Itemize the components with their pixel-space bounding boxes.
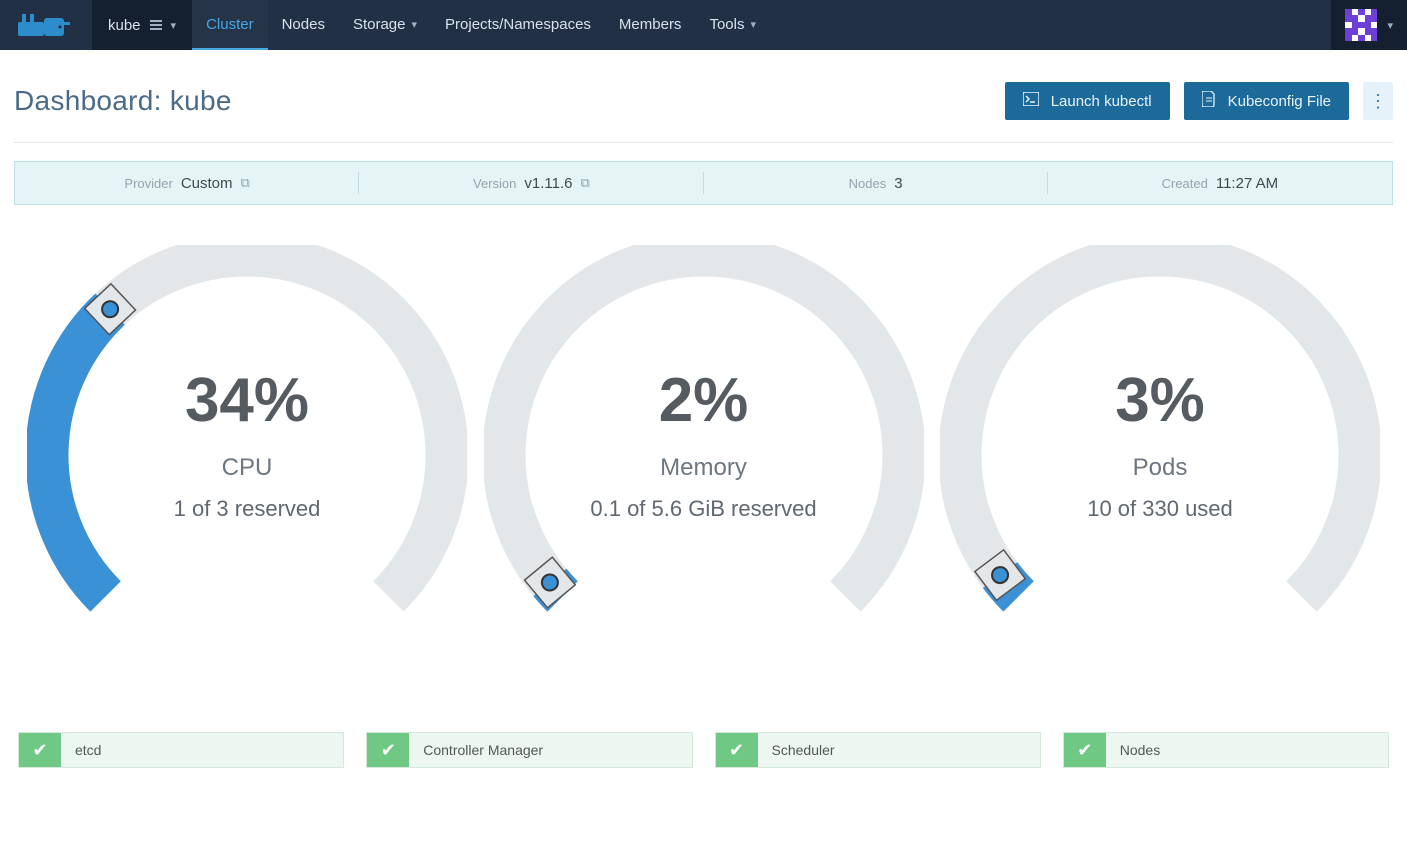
meta-nodes: Nodes 3 xyxy=(704,162,1048,204)
meta-label: Created xyxy=(1162,176,1208,191)
launch-kubectl-button[interactable]: Launch kubectl xyxy=(1005,82,1170,120)
check-icon: ✔ xyxy=(1064,733,1106,767)
status-label: etcd xyxy=(61,733,101,767)
nav-item-label: Projects/Namespaces xyxy=(445,16,591,33)
nav-item-label: Nodes xyxy=(282,16,325,33)
file-icon xyxy=(1202,91,1216,111)
status-nodes: ✔ Nodes xyxy=(1063,732,1389,768)
nav-cluster[interactable]: Cluster xyxy=(192,0,268,50)
top-nav: kube ▾ Cluster Nodes Storage ▾ Projects/… xyxy=(0,0,1407,50)
meta-value: 11:27 AM xyxy=(1216,175,1278,192)
chevron-down-icon: ▾ xyxy=(1387,19,1393,32)
gauge-title: Memory xyxy=(660,454,747,482)
nav-storage[interactable]: Storage ▾ xyxy=(339,0,431,50)
kebab-icon: ⋮ xyxy=(1369,91,1387,112)
gauge-title: Pods xyxy=(1133,454,1188,482)
meta-label: Version xyxy=(473,176,516,191)
check-icon: ✔ xyxy=(716,733,758,767)
check-icon: ✔ xyxy=(19,733,61,767)
button-label: Kubeconfig File xyxy=(1228,93,1331,110)
page: Dashboard: kube Launch kubectl Kubeconfi… xyxy=(0,50,1407,768)
cluster-picker-label: kube xyxy=(108,17,141,34)
status-controller-manager: ✔ Controller Manager xyxy=(366,732,692,768)
more-actions-button[interactable]: ⋮ xyxy=(1363,82,1393,120)
chevron-down-icon: ▾ xyxy=(411,18,417,31)
gauge-percent: 3% xyxy=(1115,365,1205,436)
cluster-picker[interactable]: kube ▾ xyxy=(92,0,192,50)
status-label: Nodes xyxy=(1106,733,1160,767)
nav-item-label: Members xyxy=(619,16,682,33)
meta-label: Nodes xyxy=(849,176,887,191)
gauge-subtitle: 0.1 of 5.6 GiB reserved xyxy=(590,496,816,522)
avatar xyxy=(1345,9,1377,41)
copy-icon[interactable]: ⧉ xyxy=(580,175,589,191)
terminal-icon xyxy=(1023,92,1039,110)
gauges: 34% CPU 1 of 3 reserved 2% Memory 0.1 of… xyxy=(14,205,1393,522)
nav-item-label: Tools xyxy=(709,16,744,33)
nav-projects-namespaces[interactable]: Projects/Namespaces xyxy=(431,0,605,50)
copy-icon[interactable]: ⧉ xyxy=(241,175,250,191)
meta-label: Provider xyxy=(124,176,172,191)
gauge-cpu: 34% CPU 1 of 3 reserved xyxy=(22,245,472,522)
page-header-actions: Launch kubectl Kubeconfig File ⋮ xyxy=(1005,82,1393,120)
nav-item-label: Cluster xyxy=(206,16,254,33)
gauge-percent: 34% xyxy=(185,365,309,436)
page-header: Dashboard: kube Launch kubectl Kubeconfi… xyxy=(14,64,1393,143)
meta-value: Custom xyxy=(181,175,233,192)
status-etcd: ✔ etcd xyxy=(18,732,344,768)
gauge-title: CPU xyxy=(222,454,273,482)
chevron-down-icon: ▾ xyxy=(750,18,756,31)
rancher-logo[interactable] xyxy=(0,0,92,50)
nav-members[interactable]: Members xyxy=(605,0,696,50)
nav-item-label: Storage xyxy=(353,16,406,33)
kubeconfig-file-button[interactable]: Kubeconfig File xyxy=(1184,82,1349,120)
gauge-subtitle: 1 of 3 reserved xyxy=(174,496,321,522)
gauge-percent: 2% xyxy=(659,365,749,436)
user-menu[interactable]: ▾ xyxy=(1331,0,1407,50)
nav-tools[interactable]: Tools ▾ xyxy=(695,0,770,50)
button-label: Launch kubectl xyxy=(1051,93,1152,110)
gauge-subtitle: 10 of 330 used xyxy=(1087,496,1233,522)
gauge-memory: 2% Memory 0.1 of 5.6 GiB reserved xyxy=(479,245,929,522)
meta-value: v1.11.6 xyxy=(524,175,572,192)
status-label: Controller Manager xyxy=(409,733,543,767)
nav-nodes[interactable]: Nodes xyxy=(268,0,339,50)
page-title: Dashboard: kube xyxy=(14,85,232,117)
meta-created: Created 11:27 AM xyxy=(1048,162,1392,204)
meta-provider: Provider Custom ⧉ xyxy=(15,162,359,204)
cluster-picker-icon xyxy=(149,18,163,32)
cluster-meta-bar: Provider Custom ⧉ Version v1.11.6 ⧉ Node… xyxy=(14,161,1393,205)
status-scheduler: ✔ Scheduler xyxy=(715,732,1041,768)
meta-version: Version v1.11.6 ⧉ xyxy=(359,162,703,204)
component-statuses: ✔ etcd ✔ Controller Manager ✔ Scheduler … xyxy=(14,732,1393,768)
status-label: Scheduler xyxy=(758,733,835,767)
nav-items: Cluster Nodes Storage ▾ Projects/Namespa… xyxy=(192,0,770,50)
meta-value: 3 xyxy=(894,175,902,192)
gauge-pods: 3% Pods 10 of 330 used xyxy=(935,245,1385,522)
chevron-down-icon: ▾ xyxy=(171,19,177,32)
check-icon: ✔ xyxy=(367,733,409,767)
